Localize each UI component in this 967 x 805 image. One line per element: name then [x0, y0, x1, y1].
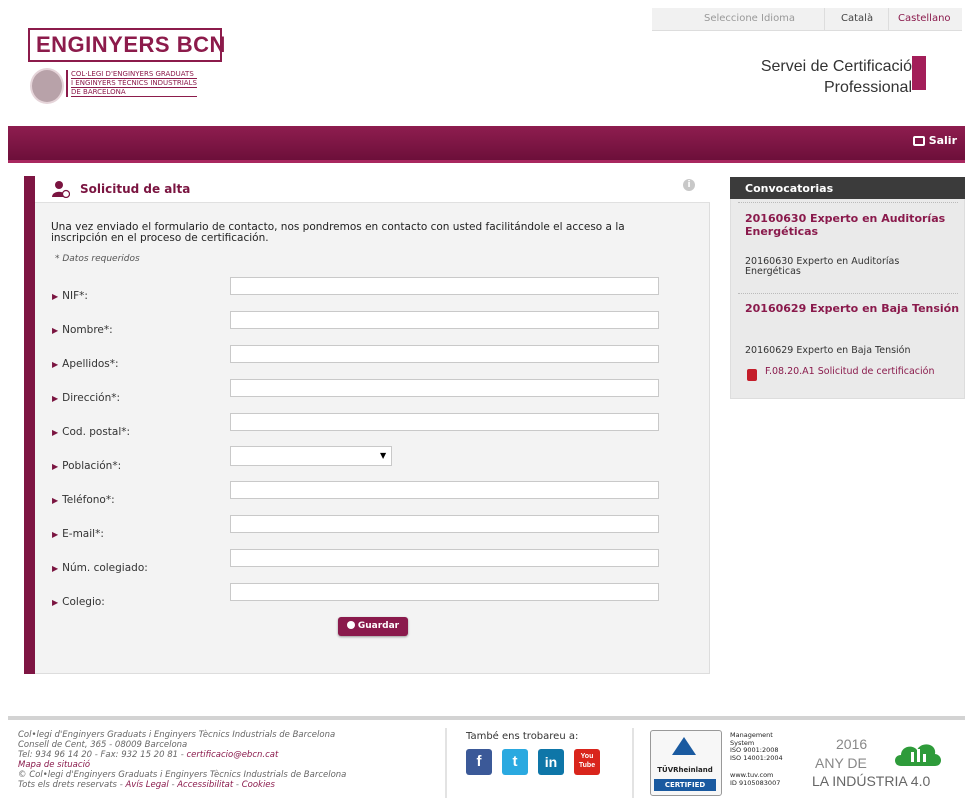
- convocatoria-link[interactable]: 20160629 Experto en Baja Tensión: [745, 302, 960, 315]
- divider: [738, 293, 958, 294]
- nombre-label: ▶ Nombre*:: [52, 324, 113, 336]
- nif-label: ▶ NIF*:: [52, 290, 88, 302]
- cloud-icon: [895, 744, 941, 766]
- email-input[interactable]: [230, 515, 659, 533]
- footer-rights: Tots els drets reservats - Avís Legal - …: [18, 780, 275, 790]
- lang-castellano[interactable]: Castellano: [898, 13, 951, 24]
- colegiado-label: ▶ Núm. colegiado:: [52, 562, 148, 574]
- college-seal-icon: [30, 68, 64, 104]
- tuv-certified: CERTIFIED: [654, 779, 716, 791]
- direccion-label: ▶ Dirección*:: [52, 392, 121, 404]
- mgmt-line: ISO 14001:2004: [730, 753, 783, 762]
- save-label: Guardar: [357, 621, 400, 631]
- tuv-id: ID 9105083007: [730, 778, 781, 787]
- tuv-triangle-icon: [672, 737, 696, 755]
- lang-catala[interactable]: Català: [841, 13, 873, 24]
- nombre-input[interactable]: [230, 311, 659, 329]
- footer-copyright: © Col•legi d'Enginyers Graduats i Enginy…: [18, 770, 347, 780]
- colegiado-input[interactable]: [230, 549, 659, 567]
- twitter-icon[interactable]: t: [502, 749, 528, 775]
- divider: [738, 202, 958, 203]
- tuv-name: TÜVRheinland: [657, 766, 713, 774]
- email-label: ▶ E-mail*:: [52, 528, 104, 540]
- service-line: Servei de Certificació: [760, 58, 912, 75]
- convocatoria-desc: 20160629 Experto en Baja Tensión: [745, 345, 911, 356]
- map-link[interactable]: Mapa de situació: [18, 760, 346, 770]
- nav-band: [8, 126, 965, 163]
- linkedin-icon[interactable]: in: [538, 749, 564, 775]
- college-name: COL·LEGI D'ENGINYERS GRADUATS I ENGINYER…: [66, 70, 197, 97]
- document-link[interactable]: F.08.20.A1 Solicitud de certificación: [765, 367, 955, 377]
- divider: [824, 8, 825, 30]
- accessibility-link[interactable]: Accessibilitat: [177, 780, 233, 790]
- facebook-icon[interactable]: f: [466, 749, 492, 775]
- legal-link[interactable]: Avís Legal: [125, 780, 168, 790]
- service-mark: [912, 56, 926, 90]
- logo-text[interactable]: ENGINYERS BCN: [36, 32, 226, 58]
- footer-info: Col•legi d'Enginyers Graduats i Enginyer…: [18, 730, 346, 790]
- telefono-input[interactable]: [230, 481, 659, 499]
- service-title: Servei de Certificació Professional: [761, 56, 912, 98]
- language-bar: Seleccione Idioma Català Castellano: [652, 8, 962, 31]
- logout-button[interactable]: Salir: [912, 134, 957, 147]
- any-de-label: ANY DE: [815, 755, 867, 771]
- direccion-input[interactable]: [230, 379, 659, 397]
- convocatoria-desc: 20160630 Experto en Auditorías Energétic…: [745, 256, 900, 277]
- divider: [888, 8, 889, 30]
- footer-contact: Tel: 934 96 14 20 - Fax: 932 15 20 81 - …: [18, 750, 279, 760]
- footer-divider: [8, 716, 965, 720]
- youtube-icon[interactable]: You Tube: [574, 749, 600, 775]
- language-prompt: Seleccione Idioma: [704, 13, 796, 24]
- footer-address: Consell de Cent, 365 - 08009 Barcelona: [18, 740, 188, 750]
- postal-code-label: ▶ Cod. postal*:: [52, 426, 131, 438]
- social-title: També ens trobareu a:: [466, 731, 579, 742]
- nif-input[interactable]: [230, 277, 659, 295]
- divider: [445, 728, 447, 798]
- college-line: DE BARCELONA: [71, 88, 197, 97]
- cookies-link[interactable]: Cookies: [242, 780, 275, 790]
- college-line: I ENGINYERS TÈCNICS INDUSTRIALS: [71, 79, 197, 88]
- year-label: 2016: [836, 736, 868, 752]
- panel-stripe: [24, 176, 35, 674]
- info-icon[interactable]: i: [683, 179, 695, 191]
- apellidos-label: ▶ Apellidos*:: [52, 358, 119, 370]
- industria-label: LA INDÚSTRIA 4.0: [812, 773, 931, 789]
- logout-icon: [912, 136, 925, 146]
- colegio-label: ▶ Colegio:: [52, 596, 105, 608]
- divider: [632, 728, 634, 798]
- user-add-icon: [52, 181, 70, 198]
- save-button[interactable]: Guardar: [338, 617, 408, 636]
- college-line: COL·LEGI D'ENGINYERS GRADUATS: [71, 70, 197, 79]
- email-link[interactable]: certificacio@ebcn.cat: [187, 750, 279, 760]
- poblacion-select[interactable]: [230, 446, 392, 466]
- apellidos-input[interactable]: [230, 345, 659, 363]
- form-title: Solicitud de alta: [80, 182, 191, 196]
- poblacion-label: ▶ Población*:: [52, 460, 122, 472]
- check-icon: [346, 621, 355, 629]
- colegio-input[interactable]: [230, 583, 659, 601]
- convocatoria-link[interactable]: 20160630 Experto en Auditorías Energétic…: [745, 212, 960, 238]
- telefono-label: ▶ Teléfono*:: [52, 494, 115, 506]
- select-arrow-icon[interactable]: ▼: [380, 451, 386, 460]
- sidebar-title: Convocatorias: [745, 182, 834, 195]
- management-system: Management System ISO 9001:2008 ISO 1400…: [730, 731, 783, 787]
- required-note: * Datos requeridos: [55, 254, 140, 264]
- form-intro: Una vez enviado el formulario de contact…: [51, 221, 625, 244]
- service-line: Professional: [823, 79, 912, 96]
- postal-code-input[interactable]: [230, 413, 659, 431]
- footer-org: Col•legi d'Enginyers Graduats i Enginyer…: [18, 730, 336, 740]
- logout-label: Salir: [928, 134, 957, 147]
- pdf-icon[interactable]: [747, 369, 757, 381]
